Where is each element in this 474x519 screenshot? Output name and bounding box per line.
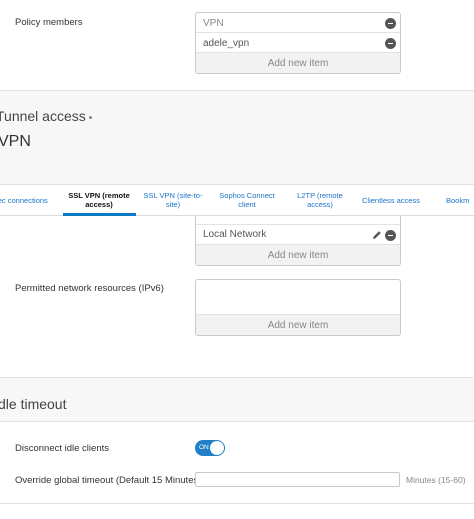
add-new-item-button[interactable]: Add new item [196,315,400,335]
permitted-ipv4-list: Local Network Add new item [195,216,401,266]
divider [0,503,474,504]
remove-icon[interactable] [385,18,396,29]
tab-clientless-access[interactable]: Clientless access [362,196,420,205]
list-item-label: VPN [203,18,224,29]
tab-ipsec-connections[interactable]: sec connections [0,196,48,205]
list-item: VPN [196,13,400,33]
active-tab-indicator [63,213,136,216]
tab-sophos-connect-client[interactable]: Sophos Connect client [214,191,280,209]
page-subtitle: VPN [0,133,31,150]
disconnect-idle-clients-label: Disconnect idle clients [15,443,109,454]
override-global-timeout-label: Override global timeout (Default 15 Minu… [15,475,202,486]
section-title-tunnel-access: Tunnel access [0,108,92,124]
remove-icon[interactable] [385,230,396,241]
tab-bookmarks[interactable]: Bookm [446,196,469,205]
tab-l2tp-remote-access[interactable]: L2TP (remote access) [290,191,350,209]
required-indicator [88,115,92,119]
section-title-idle-timeout: dle timeout [0,396,67,412]
policy-members-label: Policy members [15,17,83,28]
list-item: adele_vpn [196,33,400,53]
tab-ssl-vpn-site-to-site[interactable]: SSL VPN (site-to-site) [140,191,206,209]
list-item-label: adele_vpn [203,38,250,49]
edit-icon[interactable] [371,229,383,241]
tab-ssl-vpn-remote-access[interactable]: SSL VPN (remote access) [66,191,132,209]
add-new-item-button[interactable]: Add new item [196,53,400,73]
toggle-state-text: ON [199,444,209,451]
empty-list-area [196,280,400,315]
remove-icon[interactable] [385,38,396,49]
permitted-ipv6-list[interactable]: Add new item [195,279,401,336]
list-item-label: Local Network [203,229,267,240]
override-timeout-input[interactable] [195,472,400,487]
toggle-knob [210,441,224,455]
list-item-partial [196,216,400,225]
list-item: Local Network [196,225,400,245]
idle-timeout-section [0,377,474,422]
vpn-tab-strip: sec connections SSL VPN (remote access) … [0,184,474,216]
add-new-item-button[interactable]: Add new item [196,245,400,265]
timeout-unit-hint: Minutes (15-60) [406,475,466,485]
disconnect-idle-clients-toggle[interactable]: ON [195,440,225,456]
tunnel-access-section [0,90,474,185]
policy-members-list: VPN adele_vpn Add new item [195,12,401,74]
permitted-ipv6-label: Permitted network resources (IPv6) [15,283,164,294]
